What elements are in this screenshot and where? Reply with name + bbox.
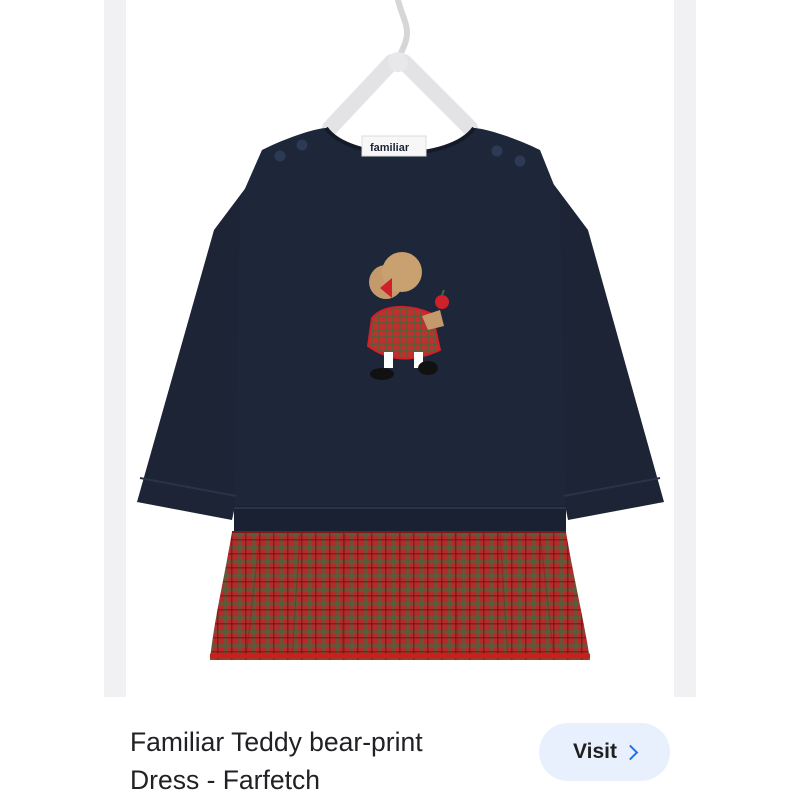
- product-title-line-2: Dress - Farfetch: [130, 765, 320, 795]
- image-side-strip-right: [674, 0, 696, 697]
- product-title-line-1: Familiar Teddy bear-print: [130, 727, 423, 757]
- product-image[interactable]: familiar: [126, 0, 674, 697]
- chevron-right-icon: [622, 744, 639, 761]
- result-caption: Familiar Teddy bear-print Dress - Farfet…: [0, 697, 800, 800]
- visit-button[interactable]: Visit: [539, 723, 670, 781]
- image-side-strip-left: [104, 0, 126, 697]
- product-title[interactable]: Familiar Teddy bear-print Dress - Farfet…: [130, 723, 490, 799]
- visit-button-label: Visit: [573, 740, 617, 763]
- brand-tag-text: familiar: [370, 142, 410, 154]
- dress: familiar: [137, 126, 664, 660]
- hanger: [322, 0, 478, 136]
